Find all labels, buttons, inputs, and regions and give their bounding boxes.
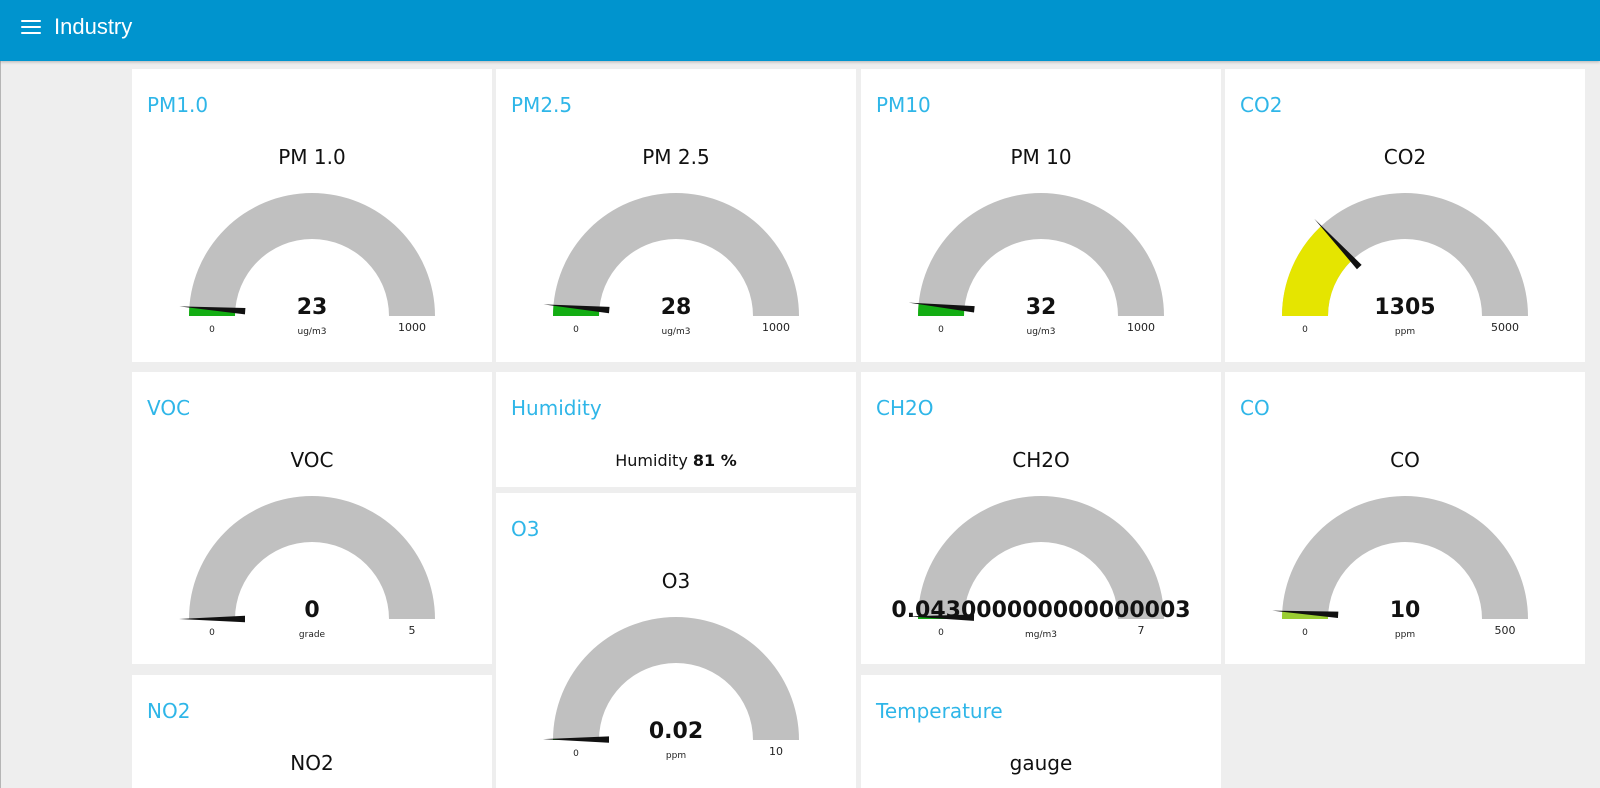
card-no2: NO2 NO2 (132, 675, 492, 788)
card-ch2o: CH2O CH2O 0.043000000000000003 mg/m3 0 7 (861, 372, 1221, 664)
gauge-co2: 1305 ppm 0 5000 (1282, 193, 1528, 337)
gauge-max-label: 500 (1495, 624, 1516, 637)
gauge-value: 23 (297, 295, 328, 320)
card-co2: CO2 CO2 1305 ppm 0 5000 (1225, 69, 1585, 362)
gauge-max-label: 1000 (398, 321, 426, 334)
gauge-max-label: 1000 (762, 321, 790, 334)
hamburger-menu-icon[interactable] (21, 19, 41, 35)
card-co: CO CO 10 ppm 0 500 (1225, 372, 1585, 664)
card-temperature: Temperature gauge (861, 675, 1221, 788)
gauge-min-label: 0 (938, 325, 944, 335)
app-title: Industry (54, 14, 133, 39)
dashboard-content: PM1.0 PM 1.0 23 ug/m3 0 1000 PM2.5 PM 2.5 2… (0, 61, 1600, 788)
gauge-max-label: 10 (769, 745, 783, 758)
gauge-o3: 0.02 ppm 0 10 (543, 617, 799, 761)
gauge-max-label: 1000 (1127, 321, 1155, 334)
card-voc: VOC VOC 0 grade 0 5 (132, 372, 492, 664)
card-title: Temperature (876, 699, 1003, 723)
gauge-units: ppm (1395, 327, 1415, 337)
humidity-value: 81 % (692, 451, 737, 470)
gauge-voc: 0 grade 0 5 (179, 496, 435, 640)
card-pm1: PM1.0 PM 1.0 23 ug/m3 0 1000 (132, 69, 492, 362)
card-title: Humidity (511, 396, 602, 420)
gauge-label: NO2 (290, 751, 334, 775)
gauge-units: ug/m3 (298, 327, 327, 337)
gauge-max-label: 7 (1138, 624, 1145, 637)
gauge-units: ppm (666, 751, 686, 761)
gauge-value: 1305 (1374, 295, 1435, 320)
gauge-value: 28 (661, 295, 692, 320)
gauge-pm10: 32 ug/m3 0 1000 (908, 193, 1164, 337)
gauge-min-label: 0 (573, 325, 579, 335)
card-title: NO2 (147, 699, 191, 723)
gauge-co: 10 ppm 0 500 (1272, 496, 1528, 640)
top-toolbar: Industry (0, 0, 1600, 61)
gauge-value: 32 (1026, 295, 1057, 320)
gauge-units: ug/m3 (1027, 327, 1056, 337)
gauge-units: ug/m3 (662, 327, 691, 337)
gauge-units: mg/m3 (1025, 630, 1057, 640)
gauge-min-label: 0 (1302, 325, 1308, 335)
gauge-max-label: 5 (409, 624, 416, 637)
humidity-label: Humidity (615, 451, 688, 470)
gauge-units: ppm (1395, 630, 1415, 640)
gauge-min-label: 0 (209, 628, 215, 638)
gauge-min-label: 0 (938, 628, 944, 638)
gauge-value: 0.043000000000000003 (891, 598, 1190, 623)
gauge-min-label: 0 (209, 325, 215, 335)
card-pm10: PM10 PM 10 32 ug/m3 0 1000 (861, 69, 1221, 362)
gauge-value: 0.02 (649, 719, 703, 744)
gauge-ch2o: 0.043000000000000003 mg/m3 0 7 (891, 496, 1191, 640)
gauge-min-label: 0 (573, 749, 579, 759)
card-pm25: PM2.5 PM 2.5 28 ug/m3 0 1000 (496, 69, 856, 362)
gauge-max-label: 5000 (1491, 321, 1519, 334)
card-o3: O3 O3 0.02 ppm 0 10 (496, 493, 856, 788)
gauge-label: gauge (1009, 751, 1073, 775)
gauge-min-label: 0 (1302, 628, 1308, 638)
gauge-value: 10 (1390, 598, 1421, 623)
card-humidity: Humidity Humidity 81 % (496, 372, 856, 487)
gauge-pm25: 28 ug/m3 0 1000 (543, 193, 799, 337)
gauge-units: grade (299, 630, 326, 640)
humidity-text: Humidity 81 % (496, 451, 856, 470)
gauge-value: 0 (304, 598, 319, 623)
gauge-pm1: 23 ug/m3 0 1000 (179, 193, 435, 337)
